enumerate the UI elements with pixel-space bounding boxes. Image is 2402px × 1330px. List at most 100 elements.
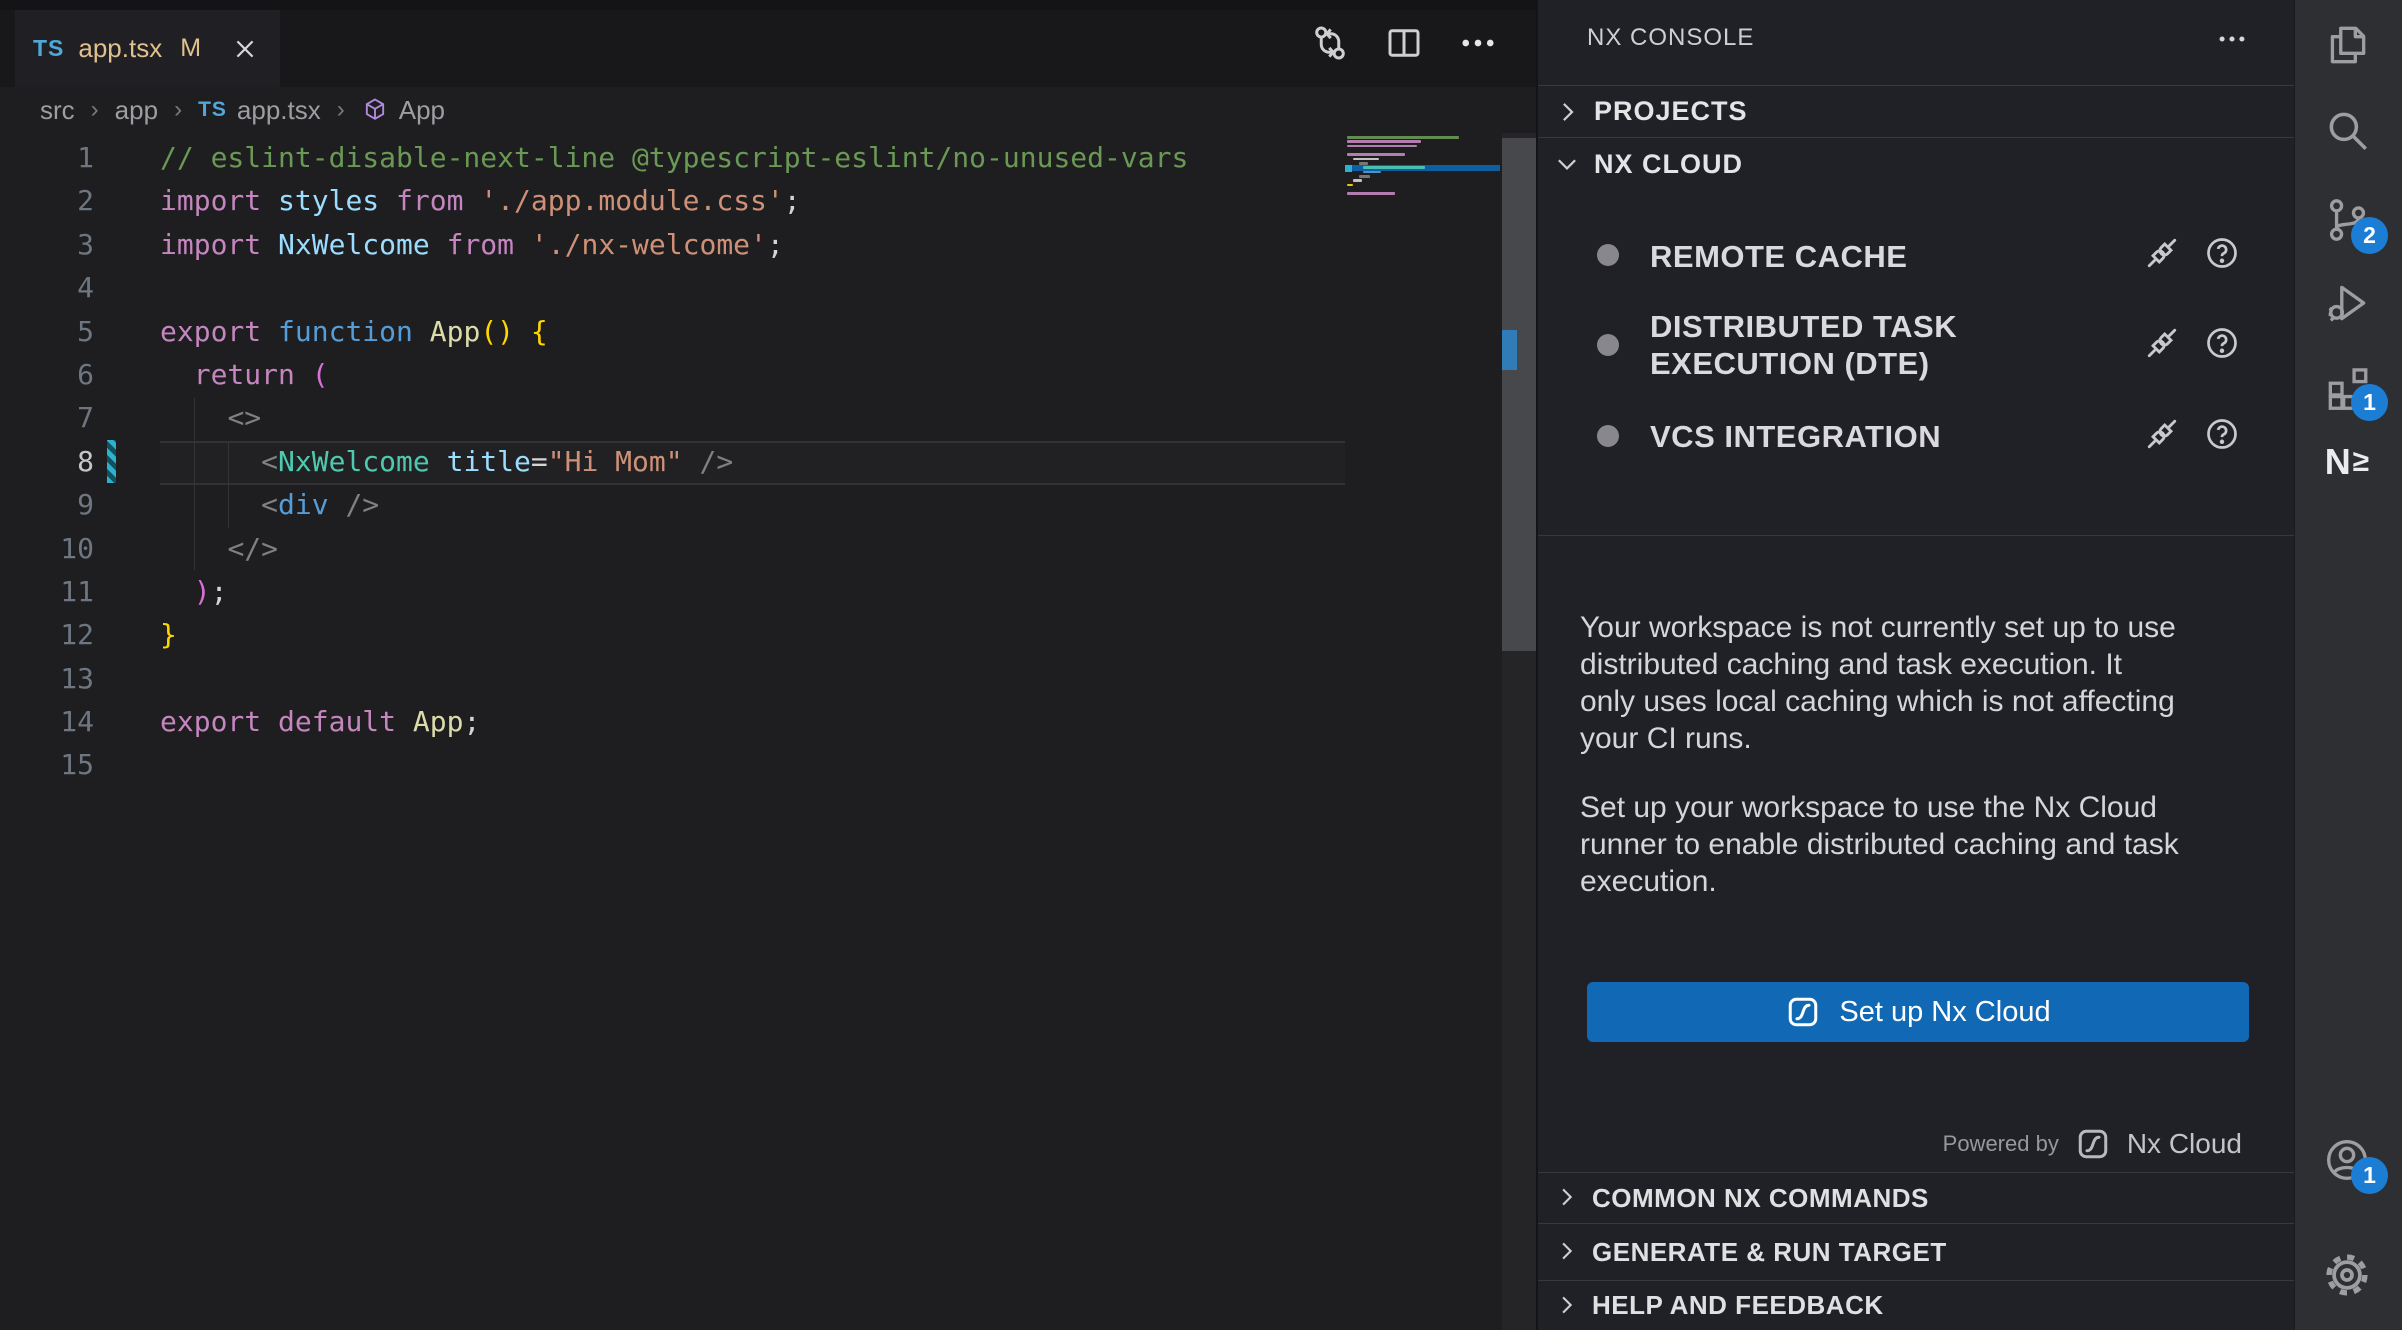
activity-item-nx-console[interactable]: N≥: [2320, 435, 2374, 489]
code-token: div: [278, 488, 329, 521]
code-token: [430, 228, 447, 261]
help-icon[interactable]: [2204, 325, 2240, 361]
help-icon[interactable]: [2204, 235, 2240, 271]
tab-title: app.tsx: [78, 33, 162, 64]
code-token: ;: [767, 228, 784, 261]
setup-button-label: Set up Nx Cloud: [1839, 996, 2050, 1029]
code-token: [160, 358, 194, 391]
status-bullet-icon: [1597, 425, 1619, 447]
activity-item-accounts[interactable]: 1: [2320, 1133, 2374, 1187]
code-token: from: [447, 228, 514, 261]
code-token: [160, 575, 194, 608]
code-token: [261, 315, 278, 348]
code-line-3: 3import NxWelcome from './nx-welcome';: [0, 223, 1536, 266]
more-actions-icon[interactable]: [2212, 22, 2252, 56]
line-number: 8: [0, 440, 160, 483]
section-label: HELP AND FEEDBACK: [1592, 1290, 1884, 1321]
line-number: 6: [0, 353, 160, 396]
nx-console-panel: NX CONSOLE PROJECTS NX CLOUD REMOTE CACH…: [1536, 0, 2294, 1330]
code-line-10: 10 </>: [0, 527, 1536, 570]
breadcrumb-file[interactable]: TS app.tsx: [198, 95, 321, 126]
brand-label: Nx Cloud: [2127, 1128, 2242, 1160]
code-line-4: 4: [0, 266, 1536, 309]
tab-bar: TS app.tsx M: [0, 0, 1536, 87]
breadcrumb-src[interactable]: src: [40, 95, 75, 126]
code-token: default: [278, 705, 396, 738]
chevron-right-icon: ›: [174, 96, 182, 124]
line-number: 13: [0, 657, 160, 700]
activity-bar: 2 1 N≥ 1: [2294, 0, 2402, 1330]
badge-count: 1: [2351, 1157, 2388, 1194]
section-common-nx-commands[interactable]: COMMON NX COMMANDS: [1538, 1172, 2296, 1223]
section-projects[interactable]: PROJECTS: [1538, 85, 2296, 137]
help-icon[interactable]: [2204, 416, 2240, 452]
tab-app-tsx[interactable]: TS app.tsx M: [15, 10, 280, 87]
connect-icon[interactable]: [2144, 235, 2180, 271]
nx-cloud-logo-icon: [2075, 1126, 2111, 1162]
section-generate-run-target[interactable]: GENERATE & RUN TARGET: [1538, 1223, 2296, 1280]
line-number: 3: [0, 223, 160, 266]
breadcrumb: src › app › TS app.tsx › App: [0, 87, 1536, 133]
activity-item-source-control[interactable]: 2: [2320, 193, 2374, 247]
code-token: (: [312, 358, 329, 391]
minimap[interactable]: [1345, 136, 1500, 216]
workspace-status-text: Your workspace is not currently set up t…: [1580, 609, 2280, 757]
code-token: />: [699, 445, 733, 478]
code-line-5: 5export function App() {: [0, 310, 1536, 353]
minimap-line: [1359, 175, 1370, 178]
code-line-content: return (: [160, 353, 329, 396]
chevron-right-icon: ›: [91, 96, 99, 124]
code-line-content: <div />: [160, 483, 379, 526]
breadcrumb-symbol-app[interactable]: App: [361, 95, 445, 126]
code-token: {: [531, 315, 548, 348]
code-line-content: export default App;: [160, 700, 480, 743]
feature-actions: [2144, 325, 2240, 361]
open-changes-icon[interactable]: [1308, 21, 1352, 65]
code-token: ;: [463, 705, 480, 738]
code-token: ;: [784, 184, 801, 217]
code-token: // eslint-disable-next-line @typescript-…: [160, 141, 1188, 174]
code-line-9: 9 <div />: [0, 483, 1536, 526]
feature-label: DISTRIBUTED TASK EXECUTION (DTE): [1650, 308, 1957, 382]
code-editor[interactable]: 1// eslint-disable-next-line @typescript…: [0, 136, 1536, 1330]
code-token: <>: [227, 401, 261, 434]
section-nx-cloud[interactable]: NX CLOUD: [1538, 137, 2296, 190]
minimap-line: [1347, 136, 1459, 139]
chevron-right-icon: [1552, 1237, 1582, 1267]
line-number: 7: [0, 396, 160, 439]
chevron-down-icon: [1552, 149, 1582, 179]
line-number: 14: [0, 700, 160, 743]
line-number: 4: [0, 266, 160, 309]
editor-group: TS app.tsx M: [0, 0, 1536, 1330]
chevron-right-icon: [1552, 1183, 1582, 1213]
code-line-14: 14export default App;: [0, 700, 1536, 743]
minimap-line: [1347, 140, 1421, 143]
code-line-7: 7 <>: [0, 396, 1536, 439]
minimap-line: [1353, 158, 1379, 161]
code-line-content: import styles from './app.module.css';: [160, 179, 801, 222]
code-token: =: [531, 445, 548, 478]
setup-nx-cloud-button[interactable]: Set up Nx Cloud: [1587, 982, 2249, 1042]
more-actions-icon[interactable]: [1456, 21, 1500, 65]
activity-item-explorer[interactable]: [2320, 18, 2374, 72]
activity-item-search[interactable]: [2320, 103, 2374, 157]
code-token: [261, 184, 278, 217]
connect-icon[interactable]: [2144, 416, 2180, 452]
code-token: [295, 358, 312, 391]
split-editor-icon[interactable]: [1382, 21, 1426, 65]
section-help-and-feedback[interactable]: HELP AND FEEDBACK: [1538, 1280, 2296, 1330]
badge-count: 1: [2351, 384, 2388, 421]
line-number: 15: [0, 743, 160, 786]
scrollbar-thumb[interactable]: [1502, 138, 1536, 651]
close-icon[interactable]: [228, 32, 262, 66]
activity-item-settings[interactable]: [2320, 1248, 2374, 1302]
breadcrumb-app[interactable]: app: [115, 95, 158, 126]
line-number: 12: [0, 613, 160, 656]
section-label: NX CLOUD: [1594, 149, 1743, 180]
activity-item-run-and-debug[interactable]: [2320, 276, 2374, 330]
code-line-2: 2import styles from './app.module.css';: [0, 179, 1536, 222]
connect-icon[interactable]: [2144, 325, 2180, 361]
activity-item-extensions[interactable]: 1: [2320, 360, 2374, 414]
setup-hint-text: Set up your workspace to use the Nx Clou…: [1580, 789, 2280, 900]
code-token: [160, 488, 261, 521]
